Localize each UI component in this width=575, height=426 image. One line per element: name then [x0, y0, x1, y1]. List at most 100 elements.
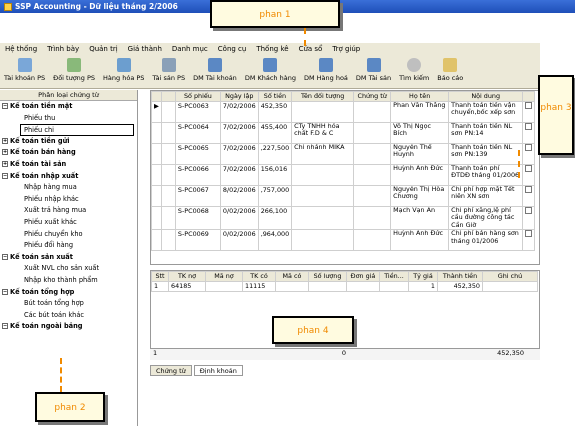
col-check: [522, 91, 536, 102]
callout-phan-1: phan 1: [210, 0, 340, 28]
menu-quan-tri[interactable]: Quản trị: [84, 45, 122, 53]
row-checkbox[interactable]: [525, 207, 533, 214]
callout-arrow: [60, 358, 62, 392]
account-icon: [17, 58, 32, 72]
col-ma-no[interactable]: Mã nợ: [205, 271, 243, 282]
col-so-tien[interactable]: Số tiền: [257, 91, 293, 102]
toolbar-button[interactable]: DM Tài khoản: [193, 58, 237, 82]
tree-item[interactable]: Nhập hàng mua: [0, 182, 137, 194]
toolbar-button[interactable]: Báo cáo: [437, 58, 463, 82]
table-row[interactable]: S-PC0066 7/02/2006 156,016 Huỳnh Anh Đức Tha…: [151, 164, 536, 186]
tree-group[interactable]: − Kế toán tổng hợp: [0, 287, 137, 299]
col-ho-ten[interactable]: Họ tên: [390, 91, 450, 102]
toolbar-button[interactable]: DM Tài sản: [356, 58, 391, 82]
tree-item[interactable]: Các bút toán khác: [0, 310, 137, 322]
tree-group[interactable]: + Kế toán tiền gửi: [0, 136, 137, 148]
row-checkbox[interactable]: [525, 144, 533, 151]
toolbar-button[interactable]: DM Khách hàng: [245, 58, 296, 82]
object-icon: [67, 58, 82, 72]
menu-gia-thanh[interactable]: Giá thành: [123, 45, 167, 53]
tree-item[interactable]: Xuất trả hàng mua: [0, 205, 137, 217]
col-noi-dung[interactable]: Nội dung: [448, 91, 524, 102]
tree-item[interactable]: Phiếu chuyển kho: [0, 229, 137, 241]
col-so-phieu[interactable]: Số phiếu: [174, 91, 221, 102]
callout-arrow: [304, 28, 306, 46]
toolbar-button[interactable]: Tìm kiếm: [399, 58, 429, 82]
menu-thong-ke[interactable]: Thống kê: [251, 45, 293, 53]
menu-tro-giup[interactable]: Trợ giúp: [327, 45, 365, 53]
tree-item[interactable]: Phiếu nhập khác: [0, 194, 137, 206]
tree-item[interactable]: Nhập kho thành phẩm: [0, 275, 137, 287]
callout-phan-3: phan 3: [538, 75, 574, 155]
col-tk-no[interactable]: TK nợ: [168, 271, 206, 282]
tree-group[interactable]: − Kế toán tiền mặt: [0, 101, 137, 113]
menu-cong-cu[interactable]: Công cụ: [213, 45, 252, 53]
voucher-grid: Số phiếu Ngày lập Số tiền Tên đối tượng …: [150, 90, 540, 265]
table-row[interactable]: ▶ S-PC0063 7/02/2006 452,350 Phan Văn Thắng T…: [151, 101, 536, 123]
callout-phan-4: phan 4: [272, 316, 354, 344]
toolbar-button[interactable]: DM Hàng hoá: [304, 58, 348, 82]
toolbar-button[interactable]: Tài khoản PS: [4, 58, 45, 82]
menu-danh-muc[interactable]: Danh mục: [167, 45, 213, 53]
table-row[interactable]: S-PC0064 7/02/2006 455,400 CTy TNHH hóa chấ…: [151, 122, 536, 144]
left-panel-header: Phân loại chứng từ: [0, 90, 137, 101]
summary-total: 452,350: [497, 349, 524, 357]
tab-dinh-khoan[interactable]: Định khoản: [193, 365, 243, 376]
menu-he-thong[interactable]: Hệ thống: [0, 45, 42, 53]
toolbar: Tài khoản PS Đối tượng PS Hàng hóa PS Tà…: [0, 55, 540, 89]
row-checkbox[interactable]: [525, 186, 533, 193]
row-indicator-header: [151, 91, 162, 102]
tree-item[interactable]: Phiếu xuất khác: [0, 217, 137, 229]
table-row[interactable]: S-PC0068 0/02/2006 266,100 Mạch Vạn Ân Chi p…: [151, 205, 536, 231]
tab-chung-tu[interactable]: Chứng từ: [150, 365, 192, 376]
menu-trinh-bay[interactable]: Trình bày: [42, 45, 84, 53]
toolbar-button[interactable]: Đối tượng PS: [53, 58, 95, 82]
left-panel: Phân loại chứng từ − Kế toán tiền mặt Phi…: [0, 90, 138, 426]
table-row[interactable]: S-PC0065 7/02/2006,227,500 Chi nhánh MIKA N…: [151, 143, 536, 165]
app-icon: [4, 2, 12, 11]
row-checkbox[interactable]: [525, 123, 533, 130]
customer-list-icon: [263, 58, 278, 72]
row-checkbox[interactable]: [525, 102, 533, 109]
tree-group[interactable]: − Kế toán nhập xuất: [0, 171, 137, 183]
tree-item[interactable]: Bút toán tổng hợp: [0, 298, 137, 310]
col-tk-co[interactable]: TK có: [242, 271, 276, 282]
entry-grid: Stt TK nợ Mã nợ TK có Mã có Số lượng Đơn…: [150, 270, 540, 360]
summary-quantity: 0: [341, 349, 346, 357]
goods-list-icon: [318, 58, 333, 72]
search-icon: [407, 58, 422, 72]
asset-icon: [161, 58, 176, 72]
tree-item[interactable]: Xuất NVL cho sản xuất: [0, 263, 137, 275]
table-row[interactable]: 1 64185 11115 1 452,350: [151, 281, 538, 292]
voucher-tree: − Kế toán tiền mặt Phiếu thu Phiếu chi + K…: [0, 101, 137, 333]
menu-cua-so[interactable]: Cửa sổ: [294, 45, 328, 53]
callout-arrow: [518, 150, 520, 178]
col-tien[interactable]: Tiền...: [379, 271, 409, 282]
current-row-marker-icon: ▶: [151, 101, 162, 123]
row-checkbox[interactable]: [525, 230, 533, 238]
toolbar-button[interactable]: Tài sản PS: [152, 58, 185, 82]
table-row[interactable]: S-PC0067 8/02/2006,757,000 Nguyễn Thị Hòa …: [151, 185, 536, 207]
tree-group[interactable]: + Kế toán bán hàng: [0, 147, 137, 159]
col-stt[interactable]: Stt: [151, 271, 169, 282]
tree-item[interactable]: Phiếu thu: [0, 113, 137, 125]
row-checkbox[interactable]: [525, 165, 533, 172]
col-ty-gia[interactable]: Tỷ giá: [408, 271, 438, 282]
toolbar-button[interactable]: Hàng hóa PS: [103, 58, 144, 82]
bottom-tabs: Chứng từ Định khoản: [150, 365, 245, 376]
tree-group[interactable]: + Kế toán tài sản: [0, 159, 137, 171]
col-ngay-lap[interactable]: Ngày lập: [219, 91, 259, 102]
col-ten-doi-tuong[interactable]: Tên đối tượng: [291, 91, 355, 102]
tree-item[interactable]: Phiếu đổi hàng: [0, 240, 137, 252]
col-chung-tu[interactable]: Chứng từ: [353, 91, 392, 102]
col-ghi-chu[interactable]: Ghi chú: [482, 271, 538, 282]
col-don-gia[interactable]: Đơn giá: [346, 271, 380, 282]
window-title: SSP Accounting - Dữ liệu tháng 2/2006: [15, 2, 178, 11]
col-ma-co[interactable]: Mã có: [275, 271, 309, 282]
tree-item-selected[interactable]: Phiếu chi: [20, 124, 134, 136]
col-so-luong[interactable]: Số lượng: [308, 271, 347, 282]
tree-group[interactable]: − Kế toán ngoài bảng: [0, 321, 137, 333]
col-thanh-tien[interactable]: Thành tiền: [437, 271, 483, 282]
tree-group[interactable]: − Kế toán sản xuất: [0, 252, 137, 264]
table-row[interactable]: S-PC0069 0/02/2006,964,000 Huỳnh Anh Đức Ch…: [151, 229, 536, 252]
